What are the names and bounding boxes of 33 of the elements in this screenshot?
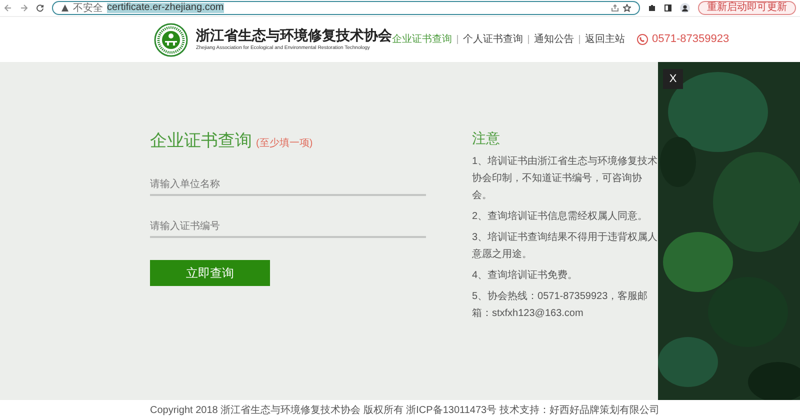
notice-item: 3、培训证书查询结果不得用于违背权属人意愿之用途。 [472,230,658,262]
address-bar[interactable]: 不安全 certificate.er-zhejiang.com [52,1,640,15]
update-button[interactable]: 重新启动即可更新 [698,1,796,15]
nav-link[interactable]: 企业证书查询 [392,32,452,47]
nav-link[interactable]: 返回主站 [585,32,625,47]
input-field[interactable]: 请输入单位名称 [150,176,426,196]
nav-link[interactable]: 通知公告 [534,32,574,47]
footer-text: Copyright 2018 浙江省生态与环境修复技术协会 版权所有 浙ICP备13011473号 技术支持：好西好品牌策划有限公司 [150,404,660,418]
nav-link[interactable]: 个人证书查询 [463,32,523,47]
back-icon[interactable] [4,4,12,12]
query-hint: (至少填一项) [256,136,313,151]
security-label: 不安全 [73,2,103,16]
logo-icon [154,22,188,56]
input-field[interactable]: 请输入证书编号 [150,218,426,238]
notice-item: 5、协会热线：0571-87359923，客服邮箱：stxfxh123@163.com [472,290,649,321]
org-name: 浙江省生态与环境修复技术协会 [196,27,392,44]
notice-item: 2、查询培训证书信息需经权属人同意。 [472,210,649,224]
forward-icon[interactable] [20,4,28,12]
submit-button[interactable]: 立即查询 [150,260,270,286]
star-icon[interactable] [623,4,631,12]
reload-icon[interactable] [36,4,44,12]
sidebar-icon[interactable] [664,4,672,12]
profile-icon[interactable] [680,3,690,13]
notice-item: 1、培训证书由浙江省生态与环境修复技术协会印制，不知道证书编号，可咨询协会。 [472,154,658,203]
phone-icon [637,34,648,45]
url-text: certificate.er-zhejiang.com [107,3,224,13]
notice-title: 注意 [472,129,501,148]
share-icon[interactable] [611,4,619,12]
phone-number: 0571-87359923 [652,32,730,48]
query-title: 企业证书查询 [150,130,252,152]
close-button[interactable]: X [663,69,683,89]
warning-icon [61,4,69,12]
notice-item: 4、查询培训证书免费。 [472,268,579,283]
